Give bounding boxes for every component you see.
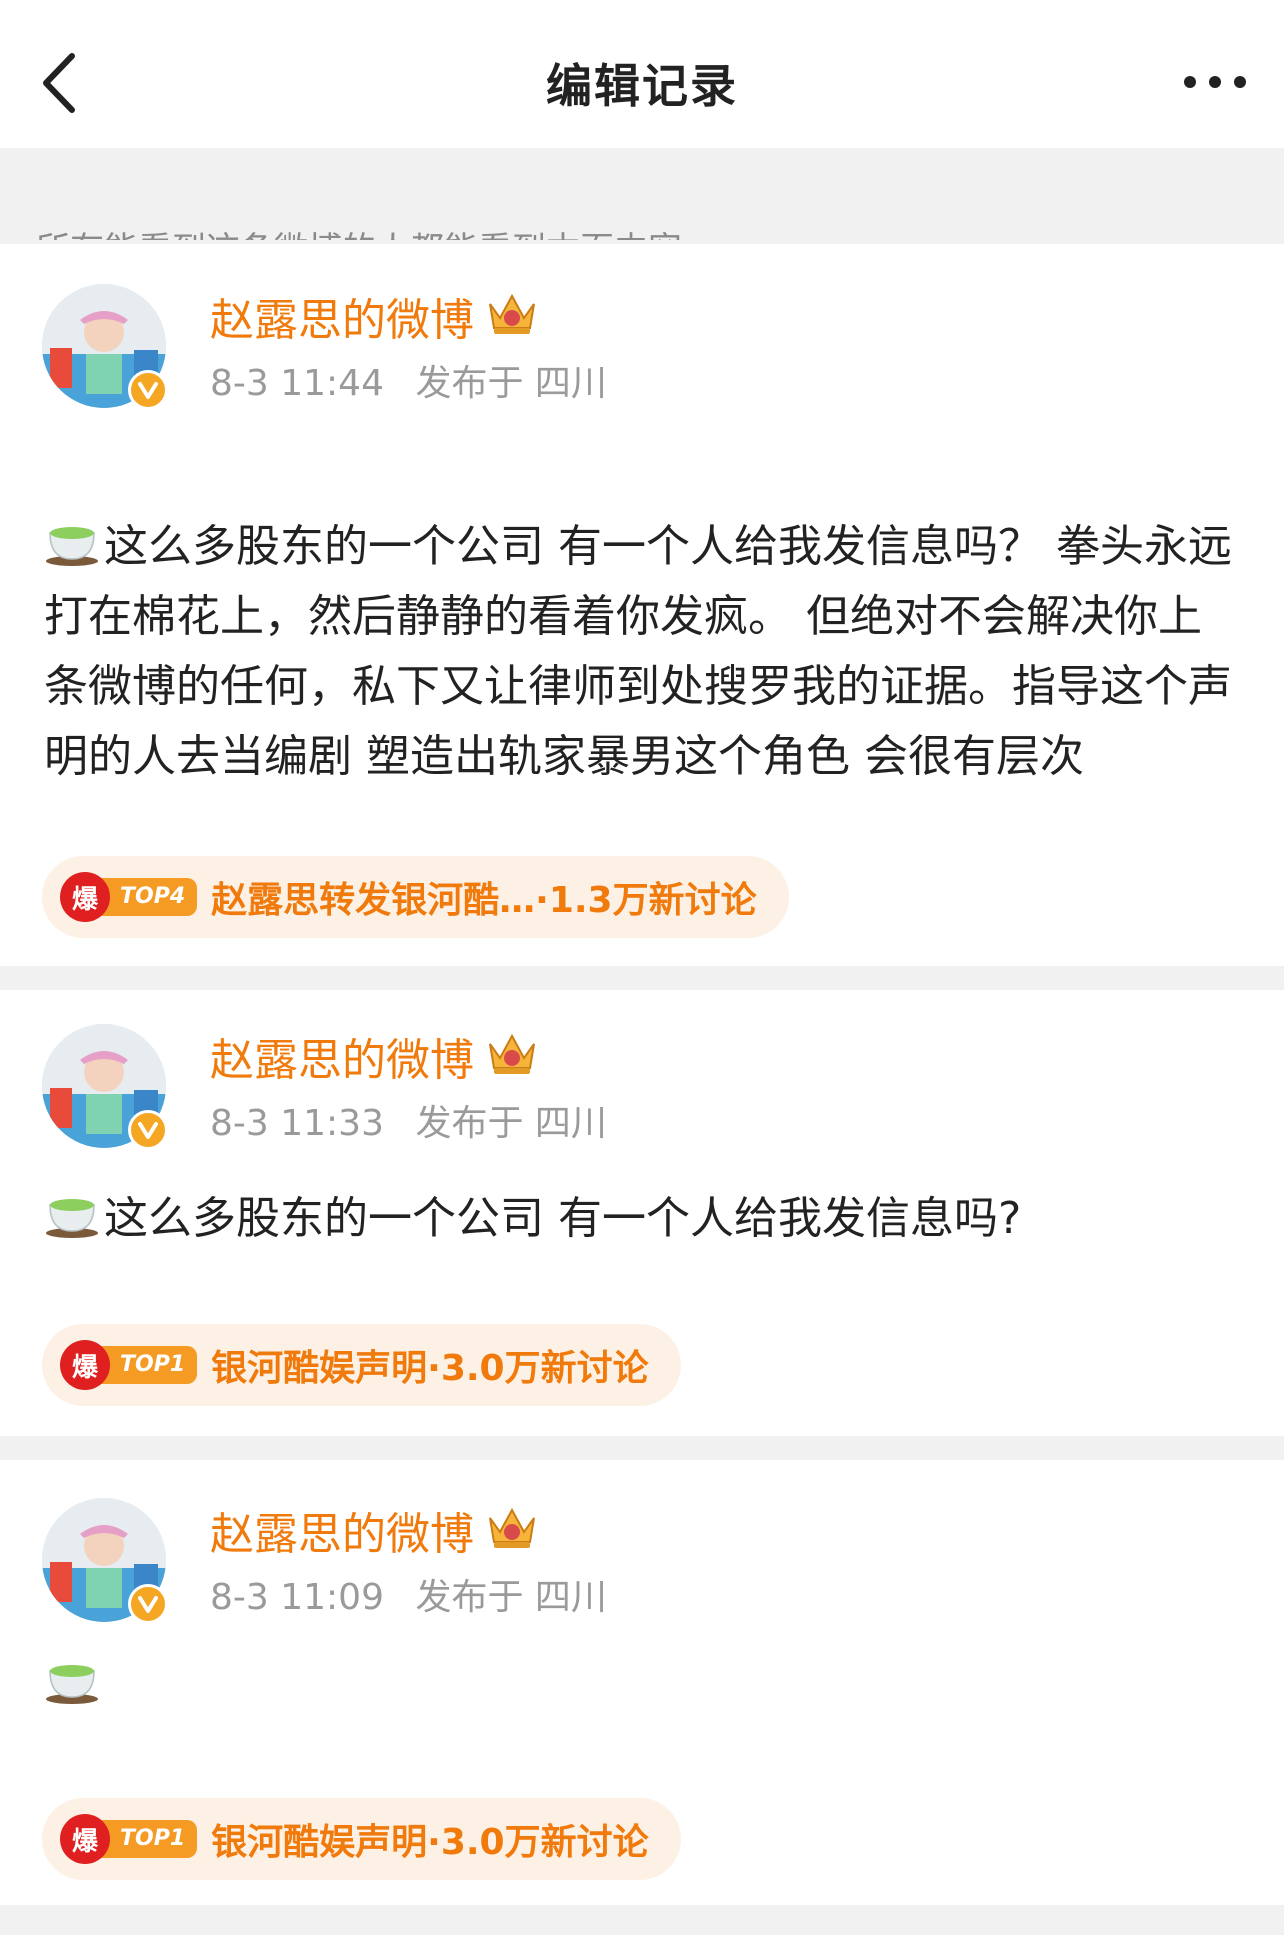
green-tea-emoji-icon — [46, 1665, 98, 1704]
edit-record-card: 赵露思的微博 8-3 11:44 发布于 四川 这么多股东的一个公司 有一个人给… — [0, 244, 1284, 966]
post-header: 赵露思的微博 8-3 11:44 发布于 四川 — [0, 244, 1284, 434]
post-location: 发布于 四川 — [415, 1577, 607, 1618]
topic-count: ·3.0万新讨论 — [427, 1822, 649, 1863]
bao-hot-icon: 爆 — [60, 1814, 110, 1864]
topic-title: 赵露思转发银河酷… — [211, 880, 536, 921]
bao-hot-icon: 爆 — [60, 1340, 110, 1390]
author-name[interactable]: 赵露思的微博 — [210, 1024, 474, 1088]
rank-tag: TOP1 — [100, 1820, 198, 1858]
post-body: 这么多股东的一个公司 有一个人给我发信息吗? — [104, 1193, 1022, 1244]
topic-pill-wrap: 爆 TOP1 银河酷娱声明 ·3.0万新讨论 — [0, 1324, 681, 1406]
post-meta: 8-3 11:33 发布于 四川 — [210, 1094, 607, 1146]
topic-title: 银河酷娱声明 — [211, 1348, 428, 1389]
post-time: 8-3 11:44 — [210, 363, 384, 404]
topic-pill-wrap: 爆 TOP1 银河酷娱声明 ·3.0万新讨论 — [0, 1798, 681, 1880]
more-dots-icon[interactable] — [1180, 62, 1250, 102]
top-nav-bar: 编辑记录 — [0, 0, 1284, 148]
topic-count: ·1.3万新讨论 — [535, 880, 757, 921]
hot-topic-pill[interactable]: 爆 TOP4 赵露思转发银河酷… ·1.3万新讨论 — [42, 856, 789, 938]
hot-topic-pill[interactable]: 爆 TOP1 银河酷娱声明 ·3.0万新讨论 — [42, 1798, 681, 1880]
post-meta: 8-3 11:44 发布于 四川 — [210, 354, 607, 406]
crown-icon — [489, 1033, 535, 1074]
author-name[interactable]: 赵露思的微博 — [210, 1498, 474, 1562]
post-location: 发布于 四川 — [415, 1103, 607, 1144]
green-tea-emoji-icon — [46, 1199, 98, 1238]
topic-pill-wrap: 爆 TOP4 赵露思转发银河酷… ·1.3万新讨论 — [0, 856, 789, 938]
post-time: 8-3 11:09 — [210, 1577, 384, 1618]
rank-tag: TOP4 — [100, 878, 198, 916]
crown-icon — [489, 1507, 535, 1548]
edit-record-card: 赵露思的微博 8-3 11:09 发布于 四川 爆 TOP1 银河酷娱声明 ·3… — [0, 1460, 1284, 1905]
bao-hot-icon: 爆 — [60, 872, 110, 922]
visibility-notice-text: 所有能看到这条微博的人都能看到本页内容 — [36, 230, 682, 241]
hot-topic-pill[interactable]: 爆 TOP1 银河酷娱声明 ·3.0万新讨论 — [42, 1324, 681, 1406]
post-header: 赵露思的微博 8-3 11:33 发布于 四川 — [0, 990, 1284, 1180]
post-text: 这么多股东的一个公司 有一个人给我发信息吗？ 拳头永远打在棉花上，然后静静的看着… — [0, 512, 1284, 792]
topic-title: 银河酷娱声明 — [211, 1822, 428, 1863]
author-name[interactable]: 赵露思的微博 — [210, 284, 474, 348]
crown-icon — [489, 293, 535, 334]
verified-v-icon — [128, 1110, 168, 1150]
topic-count: ·3.0万新讨论 — [427, 1348, 649, 1389]
green-tea-emoji-icon — [46, 527, 98, 566]
edit-record-card: 赵露思的微博 8-3 11:33 发布于 四川 这么多股东的一个公司 有一个人给… — [0, 990, 1284, 1436]
visibility-notice: 所有能看到这条微博的人都能看到本页内容 — [0, 148, 1284, 240]
verified-v-icon — [128, 1584, 168, 1624]
post-body: 这么多股东的一个公司 有一个人给我发信息吗？ 拳头永远打在棉花上，然后静静的看着… — [44, 521, 1232, 782]
post-location: 发布于 四川 — [415, 363, 607, 404]
post-meta: 8-3 11:09 发布于 四川 — [210, 1568, 607, 1620]
post-text — [0, 1650, 1284, 1720]
verified-v-icon — [128, 370, 168, 410]
post-text: 这么多股东的一个公司 有一个人给我发信息吗? — [0, 1184, 1284, 1254]
post-header: 赵露思的微博 8-3 11:09 发布于 四川 — [0, 1460, 1284, 1650]
post-time: 8-3 11:33 — [210, 1103, 384, 1144]
rank-tag: TOP1 — [100, 1346, 198, 1384]
page-title: 编辑记录 — [546, 59, 738, 113]
